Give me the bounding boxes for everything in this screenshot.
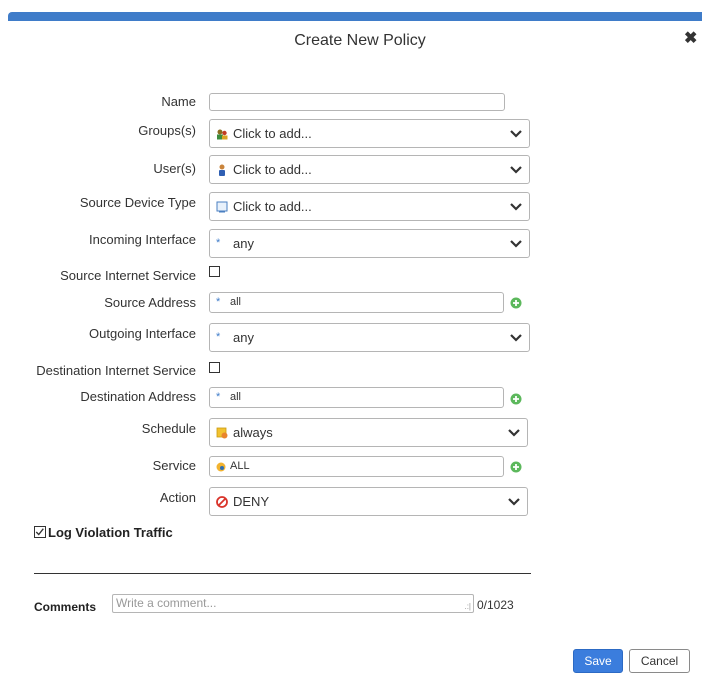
source-address-field[interactable]: * all (209, 292, 504, 313)
source-internet-service-checkbox[interactable] (209, 266, 220, 277)
destination-internet-service-checkbox[interactable] (209, 362, 220, 373)
asterisk-icon: * (216, 296, 221, 308)
chevron-down-icon (508, 429, 520, 437)
add-service-icon[interactable] (510, 461, 522, 473)
source-device-type-value: Click to add... (233, 199, 312, 214)
destination-internet-service-label: Destination Internet Service (36, 363, 196, 378)
add-source-address-icon[interactable] (510, 297, 522, 309)
action-label: Action (159, 490, 196, 505)
destination-address-value: all (230, 391, 242, 403)
asterisk-icon: * (216, 237, 221, 249)
divider (34, 573, 531, 574)
outgoing-interface-label: Outgoing Interface (89, 326, 196, 341)
comments-placeholder: Write a comment... (116, 596, 217, 610)
groups-label: Groups(s) (138, 123, 196, 138)
resize-grip-icon[interactable]: .:| (464, 603, 471, 611)
dialog-top-bar (8, 12, 702, 21)
source-device-type-select[interactable]: Click to add... (209, 192, 530, 221)
action-value: DENY (233, 494, 270, 509)
groups-value: Click to add... (233, 126, 312, 141)
service-label: Service (152, 458, 196, 473)
cancel-button[interactable]: Cancel (629, 649, 690, 673)
groups-select[interactable]: Click to add... (209, 119, 530, 148)
chevron-down-icon (510, 240, 522, 248)
service-icon (216, 462, 226, 472)
destination-address-field[interactable]: * all (209, 387, 504, 408)
source-address-value: all (230, 296, 242, 308)
checkmark-icon (35, 528, 44, 536)
schedule-select[interactable]: always (209, 418, 528, 447)
group-icon (217, 129, 228, 140)
name-input[interactable] (209, 93, 505, 111)
chevron-down-icon (508, 498, 520, 506)
dialog-title: Create New Policy (294, 32, 426, 49)
deny-icon (216, 496, 228, 508)
asterisk-icon: * (216, 391, 221, 403)
incoming-interface-value: any (233, 236, 254, 251)
log-violation-checkbox[interactable] (34, 526, 46, 538)
action-select[interactable]: DENY (209, 487, 528, 516)
users-value: Click to add... (233, 162, 312, 177)
log-violation-label: Log Violation Traffic (48, 525, 173, 540)
asterisk-icon: * (216, 331, 221, 343)
source-internet-service-label: Source Internet Service (60, 268, 196, 283)
device-icon (216, 201, 228, 213)
chevron-down-icon (510, 166, 522, 174)
close-icon[interactable]: ✖ (684, 31, 697, 47)
comments-counter: 0/1023 (477, 598, 514, 612)
incoming-interface-select[interactable]: * any (209, 229, 530, 258)
add-destination-address-icon[interactable] (510, 393, 522, 405)
chevron-down-icon (510, 334, 522, 342)
destination-address-label: Destination Address (80, 389, 196, 404)
incoming-interface-label: Incoming Interface (89, 232, 196, 247)
outgoing-interface-select[interactable]: * any (209, 323, 530, 352)
comments-label: Comments (34, 600, 97, 614)
user-icon (219, 164, 225, 176)
chevron-down-icon (510, 203, 522, 211)
schedule-value: always (233, 425, 273, 440)
source-device-type-label: Source Device Type (79, 195, 196, 210)
users-select[interactable]: Click to add... (209, 155, 530, 184)
name-label: Name (161, 94, 196, 109)
source-address-label: Source Address (104, 295, 196, 310)
chevron-down-icon (510, 130, 522, 138)
comments-field[interactable]: Write a comment... .:| (112, 594, 474, 613)
schedule-icon (216, 427, 228, 439)
outgoing-interface-value: any (233, 330, 254, 345)
users-label: User(s) (153, 161, 196, 176)
save-button[interactable]: Save (573, 649, 623, 673)
service-value: ALL (230, 460, 250, 472)
schedule-label: Schedule (141, 421, 196, 436)
service-field[interactable]: ALL (209, 456, 504, 477)
